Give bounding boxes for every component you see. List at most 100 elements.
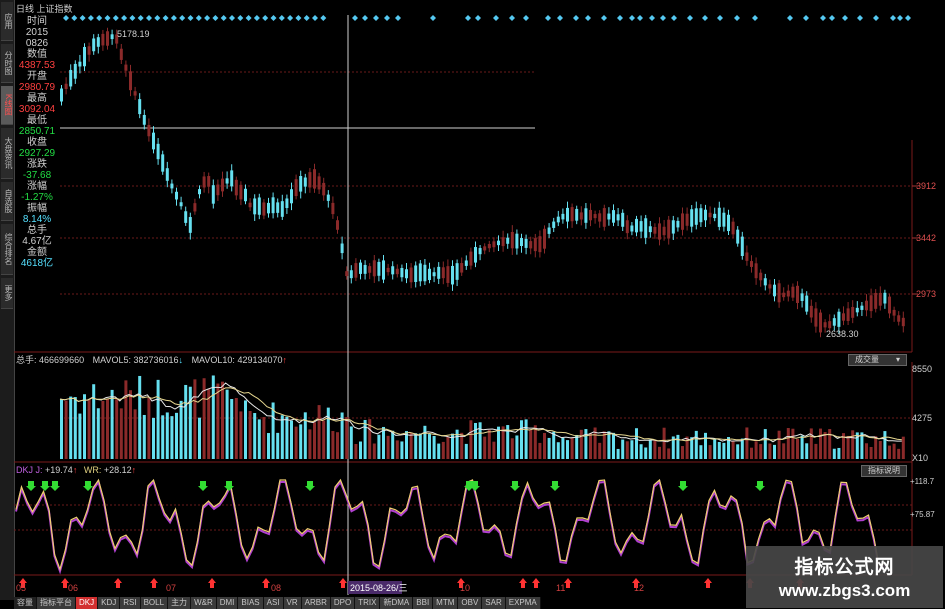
volume-bar (400, 441, 404, 459)
candle-body (400, 267, 404, 278)
candle-body (464, 260, 468, 266)
candle-body (451, 265, 454, 285)
volume-bar (589, 433, 592, 459)
candle-body (653, 227, 657, 234)
candle-body (892, 309, 896, 316)
candle-body (842, 313, 845, 321)
signal-diamond (752, 15, 758, 21)
volume-bar (244, 400, 247, 459)
watermark-overlay: 指标公式网 www.zbgs3.com (746, 546, 943, 608)
indicator-tab-dkj[interactable]: DKJ (76, 597, 99, 609)
indicator-tab-trix[interactable]: TRIX (355, 597, 381, 609)
candle-body (106, 31, 109, 46)
x-axis-label: 07 (166, 583, 176, 593)
candle-body (225, 178, 229, 184)
volume-bar (667, 448, 671, 459)
volume-bar (786, 428, 790, 459)
indicator-tab-kdj[interactable]: KDJ (98, 597, 121, 609)
indicator-tab-arbr[interactable]: ARBR (301, 597, 331, 609)
kline-chart-area[interactable]: 5178.19 2638.30 3912 3442 2973 8550 4275… (0, 0, 945, 600)
candle-body (322, 182, 326, 196)
volume-bar (469, 420, 473, 459)
signal-diamond (873, 15, 879, 21)
signal-diamond (352, 15, 358, 21)
volume-bar (285, 416, 289, 459)
indicator-tab-[interactable]: 指标平台 (37, 597, 76, 609)
volume-bar (708, 445, 712, 459)
volume-bar (819, 428, 822, 459)
candle-body (101, 33, 105, 46)
candle-body (529, 241, 533, 249)
indicator-tab-dmi[interactable]: DMI (216, 597, 239, 609)
signal-diamond (787, 15, 793, 21)
candle-body (469, 251, 473, 266)
mavol5-value: 382736016 (133, 355, 179, 365)
indicator-tab-[interactable]: 主力 (168, 597, 192, 609)
indicator-tab-expma[interactable]: EXPMA (505, 597, 541, 609)
volume-bar (865, 443, 868, 459)
signal-diamond (287, 15, 294, 21)
indicator-tab-bbi[interactable]: BBI (413, 597, 434, 609)
volume-bar (225, 389, 229, 459)
indicator-help-button[interactable]: 指标说明 (861, 465, 907, 477)
indicator-tab-[interactable]: 容量 (14, 597, 37, 609)
volume-bar (883, 431, 887, 459)
volume-bar (474, 422, 477, 459)
volume-bar (78, 413, 82, 459)
signal-diamond (585, 15, 591, 21)
volume-bar (750, 447, 753, 459)
volume-bar (874, 436, 878, 459)
volume-bar (851, 430, 855, 459)
signal-diamond (842, 15, 848, 21)
candle-body (202, 176, 206, 188)
indicator-tab-vr[interactable]: VR (283, 597, 302, 609)
green-down-arrow-icon (755, 481, 765, 491)
candle-body (340, 243, 344, 254)
signal-diamond (154, 15, 161, 21)
candle-body (280, 201, 284, 217)
candle-body (87, 46, 91, 55)
volume-bar (823, 432, 827, 459)
candle-body (372, 260, 376, 277)
candle-body (681, 213, 684, 230)
signal-diamond (395, 15, 401, 21)
candle-body (198, 189, 201, 195)
indicator-tab-asi[interactable]: ASI (263, 597, 284, 609)
candle-body (727, 214, 730, 232)
candle-body (83, 46, 86, 67)
indicator-tab-wr[interactable]: W&R (191, 597, 217, 609)
volume-bar (262, 417, 266, 459)
volume-bar (658, 446, 661, 459)
candle-body (317, 176, 321, 190)
indicator-tab-rsi[interactable]: RSI (120, 597, 141, 609)
candle-body (740, 236, 744, 256)
signal-diamond (179, 15, 186, 21)
signal-diamond (270, 15, 277, 21)
indicator-tab-dma[interactable]: 新DMA (380, 597, 414, 609)
mavol10-label: MAVOL10: (191, 355, 235, 365)
indicator-tab-bias[interactable]: BIAS (238, 597, 264, 609)
candle-body (336, 220, 339, 230)
signal-diamond (79, 15, 86, 21)
volume-indicator-select[interactable]: 成交量 ▾ (848, 354, 907, 366)
signal-diamond (857, 15, 863, 21)
indicator-tab-sar[interactable]: SAR (482, 597, 506, 609)
signal-diamond (523, 15, 529, 21)
candle-body (460, 263, 464, 273)
candle-body (221, 178, 224, 192)
signal-diamond (430, 15, 436, 21)
chevron-down-icon: ▾ (895, 355, 900, 364)
indicator-tab-boll[interactable]: BOLL (140, 597, 169, 609)
volume-bar (676, 434, 680, 459)
candle-body (501, 237, 505, 247)
indicator-tab-mtm[interactable]: MTM (433, 597, 459, 609)
volume-bar (662, 427, 666, 459)
candle-body (96, 37, 100, 47)
volume-bar (377, 434, 381, 459)
signal-diamond (162, 15, 169, 21)
indicator-axis-tick: +75.87 (910, 510, 935, 519)
indicator-tab-dpo[interactable]: DPO (330, 597, 356, 609)
volume-bar (395, 440, 399, 459)
candle-body (478, 248, 482, 255)
indicator-tab-obv[interactable]: OBV (458, 597, 483, 609)
